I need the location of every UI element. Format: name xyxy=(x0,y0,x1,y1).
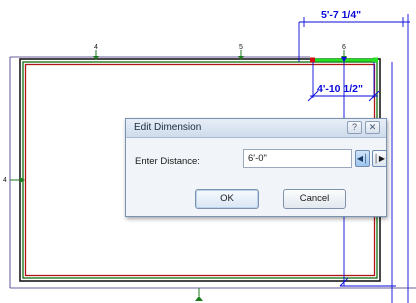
grid-label-5: 5 xyxy=(239,44,243,51)
grid-marker-left[interactable]: 4 xyxy=(3,177,25,184)
help-button[interactable]: ? xyxy=(347,121,362,134)
direction-right-button[interactable]: │▶ xyxy=(372,150,387,167)
grid-marker-5[interactable]: 5 xyxy=(238,44,244,60)
distance-label: Enter Distance: xyxy=(135,156,200,167)
dimension-inner-text[interactable]: 4'-10 1/2" xyxy=(317,83,363,95)
dimension-outer-text[interactable]: 5'-7 1/4" xyxy=(321,9,361,21)
dialog-title: Edit Dimension xyxy=(134,122,202,133)
arrow-right-icon: │▶ xyxy=(373,154,386,163)
close-button[interactable]: ✕ xyxy=(365,121,380,134)
grid-label-left: 4 xyxy=(3,177,7,184)
cancel-button[interactable]: Cancel xyxy=(283,189,346,209)
edit-dimension-dialog: Edit Dimension ? ✕ Enter Distance: ◀│ │▶… xyxy=(125,118,387,217)
help-icon: ? xyxy=(351,122,357,132)
distance-input[interactable] xyxy=(243,149,352,168)
cad-workspace[interactable]: 4 5 6 4 5'-7 1/4" 4'-10 1/2" Edit Dimens… xyxy=(0,0,416,303)
close-icon: ✕ xyxy=(368,122,377,132)
arrow-left-icon: ◀│ xyxy=(356,154,369,163)
grid-marker-4[interactable]: 4 xyxy=(93,44,99,60)
direction-left-button[interactable]: ◀│ xyxy=(355,150,370,167)
grid-label-4: 4 xyxy=(94,44,98,51)
segment-end-left[interactable] xyxy=(310,57,315,63)
ok-button[interactable]: OK xyxy=(195,189,259,209)
grid-label-6: 6 xyxy=(342,44,346,51)
dialog-titlebar[interactable]: Edit Dimension ? ✕ xyxy=(126,119,386,138)
segment-end-right[interactable] xyxy=(373,57,378,63)
grid-marker-bottom[interactable] xyxy=(195,288,203,301)
